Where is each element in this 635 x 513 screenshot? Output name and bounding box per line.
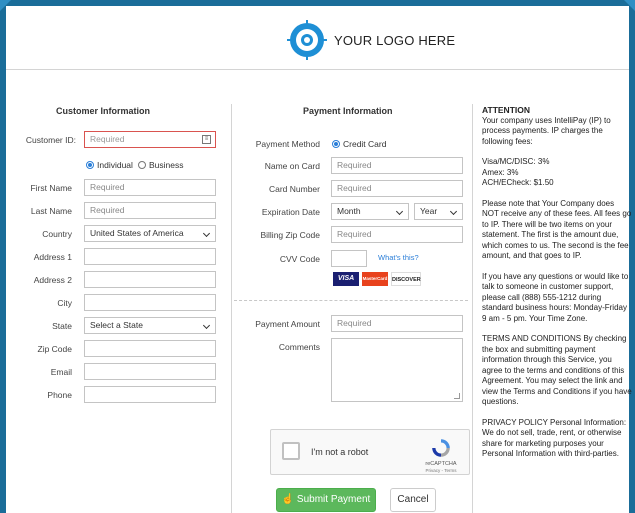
cancel-button[interactable]: Cancel	[390, 488, 436, 512]
payment-method-label: Payment Method	[255, 139, 320, 149]
individual-label: Individual	[97, 160, 133, 170]
comments-textarea[interactable]	[331, 338, 463, 402]
attention-questions: If you have any questions or would like …	[482, 271, 629, 323]
zip-input[interactable]	[84, 340, 216, 357]
phone-label: Phone	[47, 390, 72, 400]
section-divider	[234, 300, 468, 301]
name-on-card-input[interactable]: Required	[331, 157, 463, 174]
billing-zip-input[interactable]: Required	[331, 226, 463, 243]
state-label: State	[52, 321, 72, 331]
card-number-input[interactable]: Required	[331, 180, 463, 197]
billing-zip-label: Billing Zip Code	[260, 230, 320, 240]
resize-handle-icon[interactable]	[454, 393, 460, 399]
first-name-input[interactable]: Required	[84, 179, 216, 196]
customer-section-title: Customer Information	[56, 106, 151, 116]
state-select[interactable]: Select a State	[84, 317, 216, 334]
exp-month-select[interactable]: Month	[331, 203, 409, 220]
attention-note: Please note that Your Company does NOT r…	[482, 198, 632, 261]
chevron-down-icon	[395, 207, 404, 216]
recaptcha-terms[interactable]: Privacy - Terms	[419, 468, 463, 473]
card-number-placeholder: Required	[337, 183, 372, 193]
last-name-input[interactable]: Required	[84, 202, 216, 219]
column-divider	[472, 104, 473, 513]
attention-title: ATTENTION	[482, 105, 531, 115]
thumbs-up-icon: ☝	[281, 494, 295, 505]
submit-label: Submit Payment	[296, 494, 371, 505]
customer-id-placeholder: Required	[90, 134, 125, 144]
comments-label: Comments	[278, 342, 320, 352]
cvv-help-link[interactable]: What's this?	[378, 253, 419, 262]
last-name-label: Last Name	[30, 206, 72, 216]
card-number-label: Card Number	[268, 184, 320, 194]
address2-input[interactable]	[84, 271, 216, 288]
country-select[interactable]: United States of America	[84, 225, 216, 242]
address1-label: Address 1	[33, 252, 72, 262]
submit-payment-button[interactable]: ☝ Submit Payment	[276, 488, 376, 512]
visa-logo: VISA	[333, 272, 359, 286]
contact-card-icon[interactable]: ≡	[202, 135, 211, 144]
country-label: Country	[42, 229, 72, 239]
payment-page: YOUR LOGO HERE Customer Information Cust…	[6, 6, 632, 513]
chevron-down-icon	[202, 321, 211, 330]
window-frame: YOUR LOGO HERE Customer Information Cust…	[0, 0, 635, 513]
payment-section-title: Payment Information	[303, 106, 393, 116]
last-name-placeholder: Required	[90, 205, 125, 215]
billing-zip-placeholder: Required	[337, 229, 372, 239]
logo-text: YOUR LOGO HERE	[334, 32, 456, 48]
address1-input[interactable]	[84, 248, 216, 265]
payment-amount-label: Payment Amount	[255, 319, 320, 329]
customer-id-label: Customer ID:	[25, 135, 76, 145]
fee-amex: Amex: 3%	[482, 167, 519, 177]
zip-label: Zip Code	[37, 344, 73, 354]
payment-amount-placeholder: Required	[337, 318, 372, 328]
country-value: United States of America	[90, 228, 184, 238]
privacy-text: PRIVACY POLICY Personal Information: We …	[482, 417, 627, 459]
chevron-down-icon	[449, 207, 458, 216]
exp-year-select[interactable]: Year	[414, 203, 463, 220]
first-name-placeholder: Required	[90, 182, 125, 192]
recaptcha-checkbox[interactable]	[282, 442, 300, 460]
payment-amount-input[interactable]: Required	[331, 315, 463, 332]
exp-month-value: Month	[337, 206, 361, 216]
recaptcha-brand: reCAPTCHA	[425, 461, 457, 467]
discover-logo: DISCOVER	[391, 272, 421, 286]
attention-intro: Your company uses IntelliPay (IP) to pro…	[482, 115, 611, 146]
expiration-date-label: Expiration Date	[261, 207, 320, 217]
business-label: Business	[149, 160, 184, 170]
mastercard-logo: MasterCard	[362, 272, 388, 286]
first-name-label: First Name	[30, 183, 72, 193]
name-on-card-placeholder: Required	[337, 160, 372, 170]
recaptcha-logo-icon	[432, 439, 450, 457]
terms-text: TERMS AND CONDITIONS By checking the box…	[482, 334, 632, 406]
city-label: City	[57, 298, 72, 308]
fee-ach: ACH/ECheck: $1.50	[482, 178, 554, 187]
credit-card-label: Credit Card	[343, 139, 387, 149]
customer-id-input[interactable]: Required ≡	[84, 131, 216, 148]
logo: YOUR LOGO HERE	[286, 20, 466, 60]
header: YOUR LOGO HERE	[6, 6, 629, 70]
email-input[interactable]	[84, 363, 216, 380]
business-radio[interactable]	[138, 161, 146, 169]
fee-visa: Visa/MC/DISC: 3%	[482, 157, 550, 166]
name-on-card-label: Name on Card	[264, 161, 320, 171]
address2-label: Address 2	[33, 275, 72, 285]
state-value: Select a State	[90, 320, 143, 330]
attention-panel: ATTENTION Your company uses IntelliPay (…	[482, 105, 632, 470]
exp-year-value: Year	[420, 206, 438, 216]
city-input[interactable]	[84, 294, 216, 311]
cvv-input[interactable]	[331, 250, 367, 267]
phone-input[interactable]	[84, 386, 216, 403]
chevron-down-icon	[202, 229, 211, 238]
individual-radio[interactable]	[86, 161, 94, 169]
credit-card-radio[interactable]	[332, 140, 340, 148]
target-logo-icon	[287, 20, 327, 60]
recaptcha-widget: I'm not a robot reCAPTCHA Privacy - Term…	[270, 429, 470, 475]
cvv-label: CVV Code	[279, 254, 320, 264]
email-label: Email	[50, 367, 72, 377]
recaptcha-label: I'm not a robot	[311, 447, 369, 457]
